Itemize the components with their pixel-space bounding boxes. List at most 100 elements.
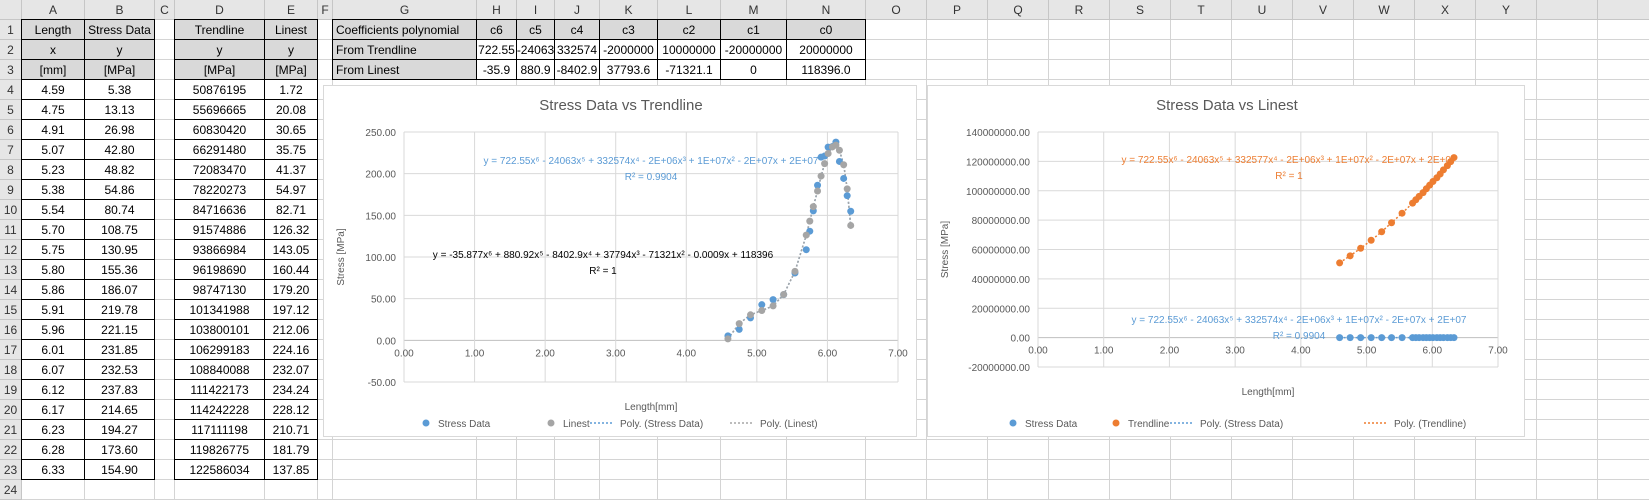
cell[interactable] — [155, 280, 175, 300]
cell[interactable] — [658, 440, 721, 460]
data-cell[interactable]: 4.91 — [21, 119, 85, 140]
coefficient-value[interactable]: 10000000 — [657, 39, 721, 60]
cell[interactable] — [1232, 440, 1293, 460]
data-cell[interactable]: 54.97 — [264, 179, 318, 200]
row-header[interactable]: 17 — [0, 340, 22, 360]
column-header[interactable]: U — [1232, 0, 1293, 20]
cell[interactable] — [1598, 180, 1649, 200]
data-cell[interactable]: 5.80 — [21, 259, 85, 280]
cell[interactable] — [1537, 420, 1598, 440]
cell[interactable] — [318, 460, 333, 480]
data-cell[interactable]: 84716636 — [174, 199, 265, 220]
cell[interactable] — [1537, 300, 1598, 320]
cell[interactable] — [1476, 460, 1537, 480]
chart-stress-vs-trendline[interactable]: Stress Data vs Trendline -50.00 0.00 50.00 1… — [323, 85, 917, 437]
cell[interactable] — [1293, 20, 1354, 40]
cell[interactable] — [866, 480, 927, 500]
data-cell[interactable]: 50876195 — [174, 79, 265, 100]
cell[interactable] — [1476, 440, 1537, 460]
cell[interactable] — [927, 60, 988, 80]
cell[interactable] — [1171, 20, 1232, 40]
cell[interactable] — [555, 460, 600, 480]
cell[interactable] — [1537, 220, 1598, 240]
data-cell[interactable]: 114242228 — [174, 399, 265, 420]
column-header[interactable]: J — [555, 0, 600, 20]
data-cell[interactable]: 55696665 — [174, 99, 265, 120]
coefficient-label[interactable]: c4 — [554, 19, 600, 40]
cell[interactable] — [318, 20, 333, 40]
data-cell[interactable]: 4.59 — [21, 79, 85, 100]
cell[interactable] — [1293, 440, 1354, 460]
cell[interactable] — [1537, 460, 1598, 480]
cell[interactable] — [988, 20, 1049, 40]
coefficient-value[interactable]: -20000000 — [720, 39, 787, 60]
data-cell[interactable]: 221.15 — [84, 319, 155, 340]
cell[interactable] — [1476, 480, 1537, 500]
cell[interactable] — [517, 460, 555, 480]
data-cell[interactable]: 6.07 — [21, 359, 85, 380]
data-cell[interactable]: 26.98 — [84, 119, 155, 140]
data-cell[interactable]: 219.78 — [84, 299, 155, 320]
cell[interactable] — [1598, 240, 1649, 260]
cell[interactable] — [787, 440, 866, 460]
data-cell[interactable]: 181.79 — [264, 439, 318, 460]
cell[interactable] — [600, 460, 658, 480]
data-cell[interactable]: 126.32 — [264, 219, 318, 240]
cell[interactable] — [927, 480, 988, 500]
data-cell[interactable]: 4.75 — [21, 99, 85, 120]
column-header[interactable]: K — [600, 0, 658, 20]
data-cell[interactable]: 54.86 — [84, 179, 155, 200]
row-header[interactable]: 1 — [0, 20, 22, 40]
coefficient-value[interactable]: 332574 — [554, 39, 600, 60]
cell[interactable] — [1598, 460, 1649, 480]
data-cell[interactable]: 72083470 — [174, 159, 265, 180]
cell[interactable] — [318, 40, 333, 60]
data-cell[interactable]: 41.37 — [264, 159, 318, 180]
cell[interactable] — [155, 80, 175, 100]
coefficient-value[interactable]: -24063 — [516, 39, 555, 60]
data-cell[interactable]: 6.33 — [21, 459, 85, 480]
data-cell[interactable]: 1.72 — [264, 79, 318, 100]
cell[interactable] — [155, 220, 175, 240]
chart-stress-vs-linest[interactable]: Stress Data vs Linest -20000000.00 0.00 200… — [927, 85, 1525, 437]
coefficient-value[interactable]: -8402.9 — [554, 59, 600, 80]
cell[interactable] — [155, 440, 175, 460]
data-cell[interactable]: 179.20 — [264, 279, 318, 300]
cell[interactable] — [1598, 40, 1649, 60]
cell[interactable] — [1232, 40, 1293, 60]
coefficient-value[interactable]: -71321.1 — [657, 59, 721, 80]
column-header[interactable]: Q — [988, 0, 1049, 20]
column-header[interactable]: B — [85, 0, 155, 20]
data-cell[interactable]: 5.86 — [21, 279, 85, 300]
row-header[interactable]: 3 — [0, 60, 22, 80]
cell[interactable] — [1537, 120, 1598, 140]
data-cell[interactable]: 173.60 — [84, 439, 155, 460]
data-cell[interactable]: 108.75 — [84, 219, 155, 240]
data-cell[interactable]: 122586034 — [174, 459, 265, 480]
column-header[interactable] — [1598, 0, 1649, 20]
header-cell[interactable]: [mm] — [21, 59, 85, 80]
coefficient-row-label[interactable]: From Linest — [332, 59, 477, 80]
row-header[interactable]: 10 — [0, 200, 22, 220]
cell[interactable] — [1598, 340, 1649, 360]
cell[interactable] — [1049, 40, 1110, 60]
cell[interactable] — [1598, 300, 1649, 320]
cell[interactable] — [477, 460, 517, 480]
row-header[interactable]: 19 — [0, 380, 22, 400]
row-header[interactable]: 13 — [0, 260, 22, 280]
header-cell[interactable]: Linest — [264, 19, 318, 40]
cell[interactable] — [1598, 480, 1649, 500]
cell[interactable] — [517, 440, 555, 460]
data-cell[interactable]: 194.27 — [84, 419, 155, 440]
cell[interactable] — [988, 460, 1049, 480]
cell[interactable] — [1110, 20, 1171, 40]
cell[interactable] — [1476, 20, 1537, 40]
cell[interactable] — [1598, 360, 1649, 380]
cell[interactable] — [155, 200, 175, 220]
data-cell[interactable]: 117111198 — [174, 419, 265, 440]
cell[interactable] — [22, 480, 85, 500]
coefficient-label[interactable]: c6 — [476, 19, 517, 40]
cell[interactable] — [1537, 340, 1598, 360]
coefficient-value[interactable]: -35.9 — [476, 59, 517, 80]
header-cell[interactable]: [MPa] — [174, 59, 265, 80]
